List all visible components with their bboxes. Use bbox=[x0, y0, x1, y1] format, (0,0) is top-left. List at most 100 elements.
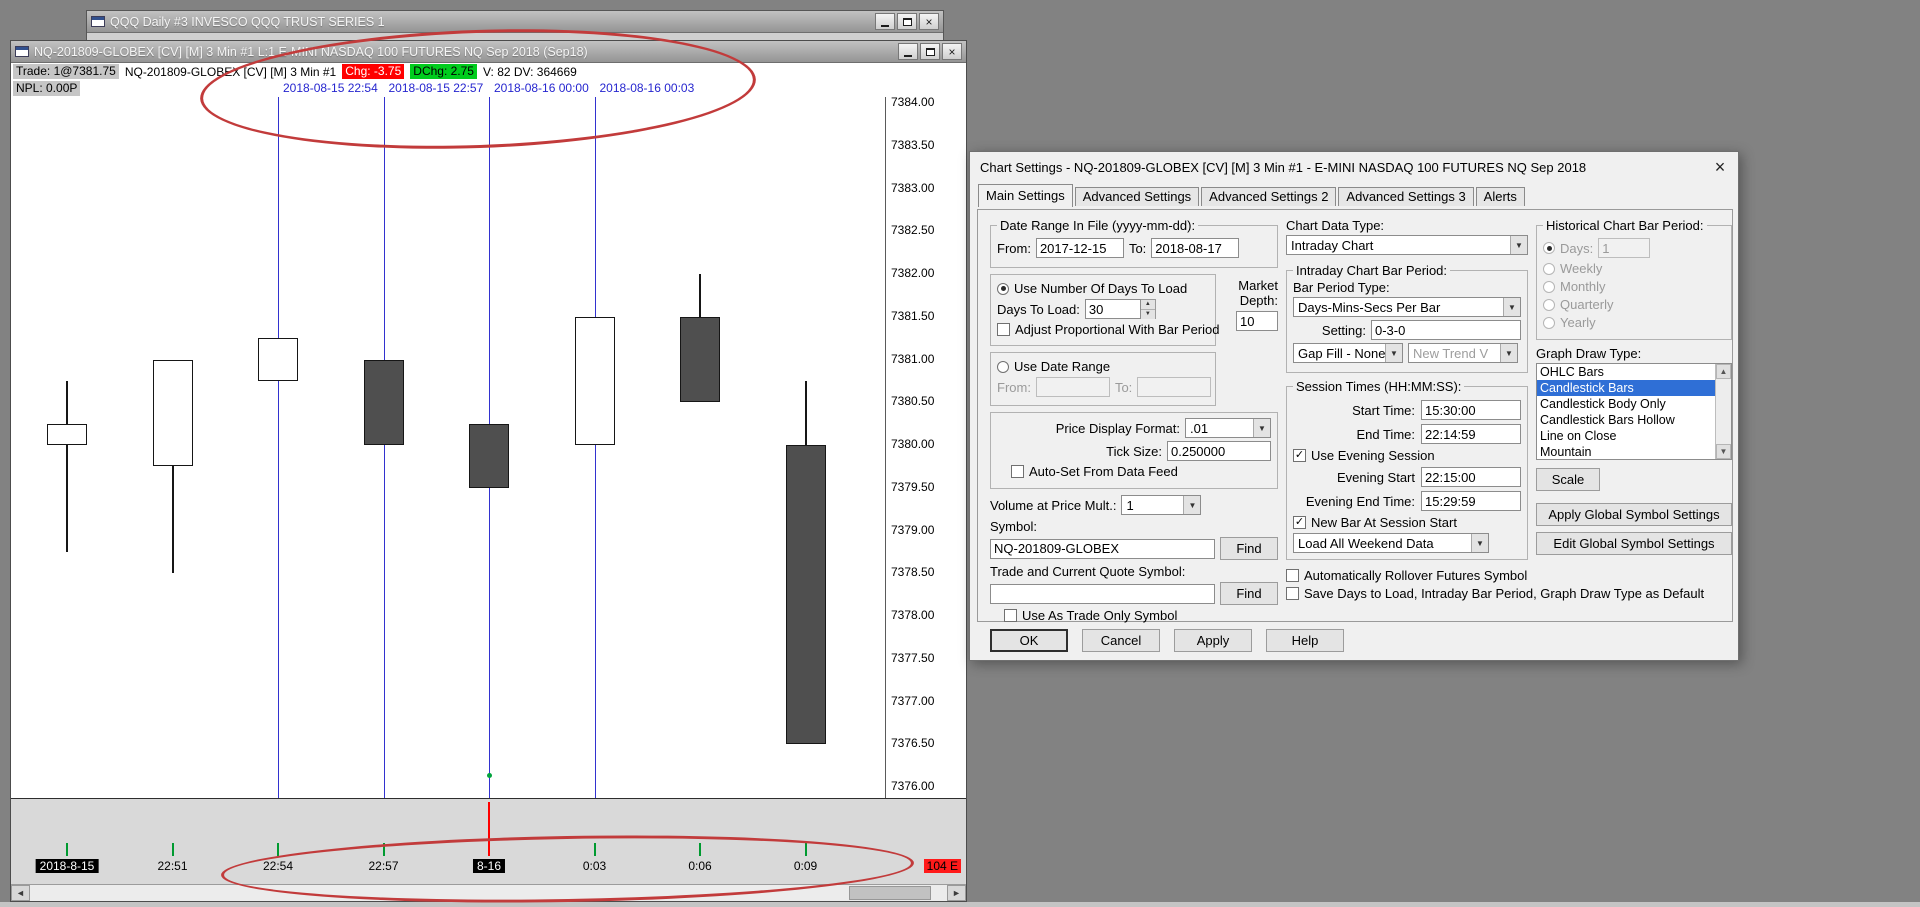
tab-advanced-settings-2[interactable]: Advanced Settings 2 bbox=[1201, 187, 1337, 206]
range-from-input[interactable] bbox=[1035, 377, 1110, 397]
ok-button[interactable]: OK bbox=[990, 629, 1068, 652]
rollover-checkbox[interactable] bbox=[1286, 569, 1299, 582]
dialog-title: Chart Settings - NQ-201809-GLOBEX [CV] [… bbox=[980, 159, 1587, 175]
price-axis-label: 7377.50 bbox=[891, 650, 935, 665]
chevron-down-icon[interactable]: ▼ bbox=[1183, 496, 1201, 514]
close-icon[interactable]: × bbox=[1702, 153, 1738, 182]
hist-quarterly-radio[interactable] bbox=[1543, 298, 1555, 311]
evening-start-label: Evening Start bbox=[1336, 469, 1415, 485]
volume-at-price-mult-dropdown[interactable]: 1 ▼ bbox=[1121, 495, 1202, 515]
start-time-input[interactable] bbox=[1421, 400, 1521, 420]
date-to-input[interactable] bbox=[1151, 238, 1240, 258]
hist-yearly-radio[interactable] bbox=[1543, 316, 1555, 329]
close-icon[interactable]: × bbox=[919, 13, 939, 30]
chevron-down-icon[interactable]: ▼ bbox=[1253, 419, 1270, 437]
bar-period-type-dropdown[interactable]: Days-Mins-Secs Per Bar ▼ bbox=[1293, 297, 1521, 317]
minimize-icon[interactable] bbox=[898, 43, 918, 60]
days-to-load-input[interactable] bbox=[1084, 299, 1141, 319]
price-axis-label: 7379.00 bbox=[891, 522, 935, 537]
scrollbar-thumb[interactable] bbox=[849, 886, 931, 900]
chart-plot-area[interactable] bbox=[11, 97, 885, 798]
price-axis-label: 7384.00 bbox=[891, 95, 935, 109]
chevron-down-icon[interactable]: ▼ bbox=[1510, 236, 1527, 254]
graph-draw-option[interactable]: Mountain bbox=[1537, 444, 1715, 459]
tab-advanced-settings-3[interactable]: Advanced Settings 3 bbox=[1338, 187, 1474, 206]
chevron-down-icon[interactable]: ▼ bbox=[1385, 344, 1402, 362]
range-to-label: To: bbox=[1114, 379, 1133, 395]
chevron-down-icon[interactable]: ▼ bbox=[1471, 534, 1488, 552]
tab-main-settings[interactable]: Main Settings bbox=[978, 184, 1073, 207]
graph-draw-option[interactable]: Candlestick Body Only bbox=[1537, 396, 1715, 412]
close-icon[interactable]: × bbox=[942, 43, 962, 60]
new-bar-session-start-checkbox[interactable] bbox=[1293, 516, 1306, 529]
graph-draw-option[interactable]: Candlestick Bars Hollow bbox=[1537, 412, 1715, 428]
market-depth-label: Market Depth: bbox=[1238, 278, 1278, 308]
use-evening-session-checkbox[interactable] bbox=[1293, 449, 1306, 462]
candle bbox=[47, 423, 87, 445]
hist-days-radio[interactable] bbox=[1543, 242, 1555, 254]
price-axis-label: 7381.50 bbox=[891, 308, 935, 323]
evening-end-input[interactable] bbox=[1421, 491, 1521, 511]
tick-size-input[interactable] bbox=[1167, 441, 1271, 461]
restore-icon[interactable] bbox=[920, 43, 940, 60]
auto-set-checkbox[interactable] bbox=[1011, 465, 1024, 478]
minimize-icon[interactable] bbox=[875, 13, 895, 30]
graph-draw-type-items: OHLC Bars Candlestick Bars Candlestick Bod… bbox=[1537, 364, 1715, 459]
evening-start-input[interactable] bbox=[1421, 467, 1521, 487]
use-trade-only-checkbox[interactable] bbox=[1004, 609, 1017, 622]
new-trend-dropdown[interactable]: New Trend V ▼ bbox=[1408, 343, 1518, 363]
chart-data-type-dropdown[interactable]: Intraday Chart ▼ bbox=[1286, 235, 1528, 255]
adjust-proportional-checkbox[interactable] bbox=[997, 323, 1010, 336]
hist-weekly-radio[interactable] bbox=[1543, 262, 1555, 275]
restore-icon[interactable] bbox=[897, 13, 917, 30]
tab-alerts[interactable]: Alerts bbox=[1475, 187, 1525, 206]
trade-quote-symbol-input[interactable] bbox=[990, 583, 1215, 604]
weekend-data-dropdown[interactable]: Load All Weekend Data ▼ bbox=[1293, 533, 1489, 553]
edit-global-symbol-settings-button[interactable]: Edit Global Symbol Settings bbox=[1536, 532, 1732, 555]
find-symbol-button[interactable]: Find bbox=[1220, 537, 1278, 560]
end-time-input[interactable] bbox=[1421, 424, 1521, 444]
apply-button[interactable]: Apply bbox=[1174, 629, 1252, 652]
session-vline bbox=[594, 97, 596, 798]
gap-fill-dropdown[interactable]: Gap Fill - None ▼ bbox=[1293, 343, 1403, 363]
tick-size-label: Tick Size: bbox=[1106, 443, 1162, 459]
graph-draw-option[interactable]: Candlestick Bars bbox=[1537, 380, 1715, 396]
hist-yearly-label: Yearly bbox=[1560, 315, 1596, 330]
use-days-radio[interactable] bbox=[997, 282, 1009, 295]
candle bbox=[785, 445, 826, 745]
historical-bar-period-group: Historical Chart Bar Period: Days: Weekl… bbox=[1536, 218, 1732, 340]
candle bbox=[680, 316, 720, 403]
scroll-left-icon[interactable]: ◄ bbox=[11, 885, 30, 901]
range-to-input[interactable] bbox=[1137, 377, 1212, 397]
listbox-scrollbar[interactable]: ▲ ▼ bbox=[1715, 364, 1731, 459]
candle bbox=[152, 359, 193, 467]
scroll-down-icon[interactable]: ▼ bbox=[1716, 444, 1731, 459]
symbol-input[interactable] bbox=[990, 538, 1215, 559]
graph-draw-option[interactable]: Line on Close bbox=[1537, 428, 1715, 444]
apply-global-symbol-settings-button[interactable]: Apply Global Symbol Settings bbox=[1536, 503, 1732, 526]
intraday-bar-period-legend: Intraday Chart Bar Period: bbox=[1296, 263, 1448, 278]
scale-button[interactable]: Scale bbox=[1536, 468, 1600, 491]
market-depth-input[interactable] bbox=[1236, 311, 1278, 331]
spinner-up-icon[interactable]: ▲ bbox=[1140, 300, 1155, 310]
price-display-format-dropdown[interactable]: .01 ▼ bbox=[1185, 418, 1271, 438]
date-from-input[interactable] bbox=[1035, 238, 1124, 258]
use-date-range-group: Use Date Range From: To: bbox=[990, 352, 1216, 406]
tab-advanced-settings[interactable]: Advanced Settings bbox=[1074, 187, 1200, 206]
use-date-range-radio[interactable] bbox=[997, 360, 1009, 373]
chevron-down-icon[interactable]: ▼ bbox=[1503, 298, 1520, 316]
scroll-up-icon[interactable]: ▲ bbox=[1716, 364, 1731, 379]
dialog-titlebar[interactable]: Chart Settings - NQ-201809-GLOBEX [CV] [… bbox=[970, 152, 1738, 182]
cancel-button[interactable]: Cancel bbox=[1082, 629, 1160, 652]
help-button[interactable]: Help bbox=[1266, 629, 1344, 652]
main-settings-panel: Date Range In File (yyyy-mm-dd): From: T… bbox=[977, 209, 1733, 623]
scroll-right-icon[interactable]: ► bbox=[947, 885, 966, 901]
save-default-checkbox[interactable] bbox=[1286, 587, 1299, 600]
graph-draw-option[interactable]: OHLC Bars bbox=[1537, 364, 1715, 380]
hist-monthly-radio[interactable] bbox=[1543, 280, 1555, 293]
spinner-down-icon[interactable]: ▼ bbox=[1140, 310, 1155, 319]
chevron-down-icon[interactable]: ▼ bbox=[1500, 344, 1517, 362]
find-trade-symbol-button[interactable]: Find bbox=[1220, 582, 1278, 605]
hist-days-input[interactable] bbox=[1598, 238, 1651, 258]
setting-input[interactable] bbox=[1371, 320, 1521, 340]
